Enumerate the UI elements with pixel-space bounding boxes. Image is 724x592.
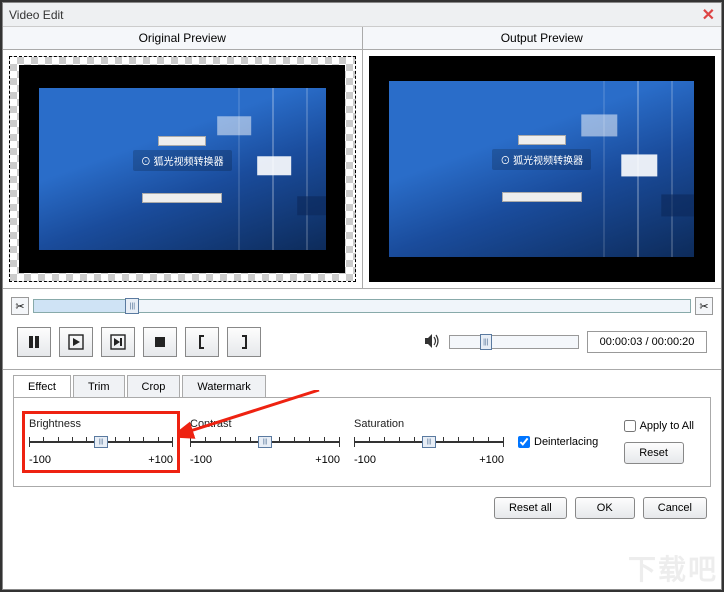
bracket-end-button[interactable]: [227, 327, 261, 357]
stop-icon: [152, 334, 168, 350]
reset-all-button[interactable]: Reset all: [494, 497, 567, 519]
bracket-left-icon: [194, 334, 210, 350]
video-watermark-text: ⊙ 狐光视频转换器: [133, 150, 232, 171]
video-watermark-text: ⊙ 狐光视频转换器: [492, 149, 591, 170]
wallpaper-image: ⊙ 狐光视频转换器: [39, 88, 326, 250]
saturation-thumb[interactable]: |||: [422, 436, 436, 448]
brightness-group: Brightness ||| -100 +100: [22, 411, 180, 473]
contrast-min: -100: [190, 454, 212, 466]
trim-start-button[interactable]: ✂: [11, 297, 29, 315]
saturation-slider[interactable]: |||: [354, 434, 504, 450]
decorative-box: [502, 192, 582, 202]
titlebar: Video Edit ✕: [3, 3, 721, 27]
timeline-thumb[interactable]: |||: [125, 298, 139, 314]
brightness-slider[interactable]: |||: [29, 434, 173, 450]
playback-controls: ||| 00:00:03 / 00:00:20: [3, 317, 721, 370]
decorative-box: [518, 135, 566, 145]
bracket-right-icon: [236, 334, 252, 350]
dialog-footer: Reset all OK Cancel 下载吧: [3, 487, 721, 529]
ok-button[interactable]: OK: [575, 497, 635, 519]
play-icon: [68, 334, 84, 350]
saturation-label: Saturation: [354, 418, 504, 430]
deinterlacing-checkbox[interactable]: [518, 436, 530, 448]
pause-icon: [26, 334, 42, 350]
deinterlacing-label: Deinterlacing: [534, 436, 598, 448]
contrast-thumb[interactable]: |||: [258, 436, 272, 448]
window-title: Video Edit: [9, 8, 702, 22]
reset-button[interactable]: Reset: [624, 442, 684, 464]
play-button[interactable]: [59, 327, 93, 357]
scissors-icon: ✂: [699, 300, 708, 313]
volume-slider[interactable]: |||: [449, 335, 579, 349]
panel-right-column: Apply to All Reset: [624, 420, 698, 464]
next-frame-icon: [110, 334, 126, 350]
apply-all-checkbox[interactable]: [624, 420, 636, 432]
bracket-start-button[interactable]: [185, 327, 219, 357]
preview-row: Original Preview ⊙ 狐光视频转换器 Output Previe…: [3, 27, 721, 289]
wallpaper-image: ⊙ 狐光视频转换器: [389, 81, 694, 257]
stop-button[interactable]: [143, 327, 177, 357]
brightness-limits: -100 +100: [29, 454, 173, 466]
saturation-max: +100: [479, 454, 504, 466]
video-edit-window: Video Edit ✕ Original Preview ⊙ 狐光视频转换器 …: [2, 2, 722, 590]
brightness-thumb[interactable]: |||: [94, 436, 108, 448]
timeline-progress: [34, 300, 132, 312]
tab-crop[interactable]: Crop: [127, 375, 181, 398]
next-frame-button[interactable]: [101, 327, 135, 357]
effects-tabs-section: Effect Trim Crop Watermark Brightness ||…: [3, 370, 721, 487]
original-preview-column: Original Preview ⊙ 狐光视频转换器: [3, 27, 363, 288]
close-icon[interactable]: ✕: [702, 5, 715, 25]
brightness-max: +100: [148, 454, 173, 466]
trim-end-button[interactable]: ✂: [695, 297, 713, 315]
apply-all-checkbox-row[interactable]: Apply to All: [624, 420, 694, 432]
volume-thumb[interactable]: |||: [480, 334, 492, 350]
tab-strip: Effect Trim Crop Watermark: [13, 374, 711, 397]
original-preview-label: Original Preview: [3, 27, 362, 50]
contrast-label: Contrast: [190, 418, 340, 430]
original-video-frame: ⊙ 狐光视频转换器: [19, 65, 345, 273]
brightness-min: -100: [29, 454, 51, 466]
tab-trim[interactable]: Trim: [73, 375, 125, 398]
brightness-label: Brightness: [29, 418, 173, 430]
output-preview-label: Output Preview: [363, 27, 722, 50]
saturation-group: Saturation ||| -100 +100: [354, 418, 504, 466]
volume-icon[interactable]: [425, 334, 441, 351]
original-preview-body[interactable]: ⊙ 狐光视频转换器: [3, 50, 362, 288]
effect-panel: Brightness ||| -100 +100 Contrast |||: [13, 397, 711, 487]
apply-all-label: Apply to All: [640, 420, 694, 432]
saturation-limits: -100 +100: [354, 454, 504, 466]
background-watermark: 下载吧: [628, 548, 718, 588]
tab-effect[interactable]: Effect: [13, 375, 71, 398]
contrast-slider[interactable]: |||: [190, 434, 340, 450]
scissors-icon: ✂: [15, 300, 24, 313]
decorative-box: [158, 136, 206, 146]
output-video-frame: ⊙ 狐光视频转换器: [369, 56, 716, 282]
cancel-button[interactable]: Cancel: [643, 497, 707, 519]
decorative-box: [142, 193, 222, 203]
contrast-group: Contrast ||| -100 +100: [190, 418, 340, 466]
tab-watermark[interactable]: Watermark: [182, 375, 265, 398]
contrast-max: +100: [315, 454, 340, 466]
deinterlacing-checkbox-row[interactable]: Deinterlacing: [518, 436, 598, 448]
timeline-slider[interactable]: |||: [33, 299, 691, 313]
saturation-min: -100: [354, 454, 376, 466]
output-preview-column: Output Preview ⊙ 狐光视频转换器: [363, 27, 722, 288]
time-display: 00:00:03 / 00:00:20: [587, 331, 707, 353]
contrast-limits: -100 +100: [190, 454, 340, 466]
output-preview-body[interactable]: ⊙ 狐光视频转换器: [363, 50, 722, 288]
pause-button[interactable]: [17, 327, 51, 357]
timeline-row: ✂ ||| ✂: [3, 289, 721, 317]
